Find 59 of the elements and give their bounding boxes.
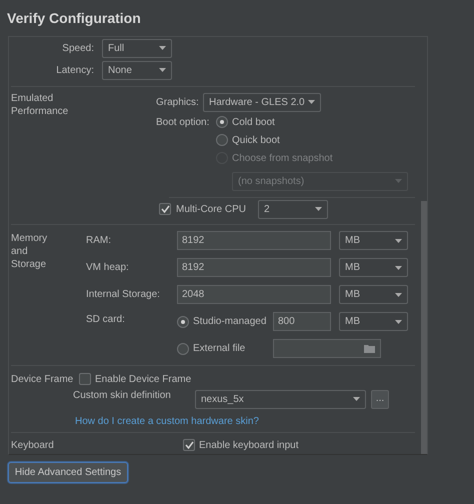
section-label: Device Frame	[11, 374, 74, 384]
file-path-field[interactable]	[273, 339, 381, 358]
radio-button[interactable]	[177, 342, 189, 354]
dropdown[interactable]: Hardware - GLES 2.0	[203, 92, 321, 112]
scrollbar-thumb[interactable]	[421, 201, 427, 454]
field-label: Boot option:	[156, 116, 210, 128]
dropdown[interactable]: None	[102, 60, 172, 80]
caret-icon	[315, 207, 322, 211]
checkbox[interactable]	[159, 203, 171, 215]
text-field[interactable]: 8192	[177, 231, 331, 250]
section-label: Keyboard	[11, 440, 54, 450]
radio-button[interactable]	[177, 316, 189, 328]
dropdown[interactable]: 2	[258, 200, 328, 218]
radio-label: Cold boot	[232, 116, 275, 130]
field-label: Speed:	[62, 42, 94, 56]
dropdown[interactable]: MB	[339, 285, 408, 304]
dropdown[interactable]: MB	[339, 258, 408, 277]
field-label: Latency:	[56, 64, 94, 78]
caret-icon	[353, 397, 360, 401]
checkbox[interactable]	[79, 373, 91, 385]
radio-label: Studio-managed	[193, 316, 266, 327]
checkbox-label: Enable Device Frame	[95, 372, 192, 386]
field-label: VM heap:	[86, 262, 129, 273]
caret-icon	[308, 100, 315, 104]
caret-icon	[395, 292, 402, 296]
field-label: RAM:	[86, 235, 111, 246]
dropdown[interactable]: MB	[339, 231, 408, 250]
browse-button[interactable]: ...	[371, 390, 389, 408]
field-label: Custom skin definition	[73, 390, 171, 401]
radio-button[interactable]	[216, 116, 228, 128]
radio-label: Choose from snapshot	[232, 152, 333, 166]
section-label: Emulated Performance	[11, 93, 68, 117]
text-field[interactable]: 800	[273, 312, 331, 331]
folder-icon	[364, 344, 376, 353]
caret-icon	[159, 68, 166, 72]
field-label: Graphics:	[156, 96, 199, 108]
radio-label: Quick boot	[232, 134, 280, 148]
caret-icon	[395, 266, 402, 270]
dropdown[interactable]: MB	[339, 312, 408, 331]
dialog-title: Verify Configuration	[7, 8, 141, 28]
help-link[interactable]: How do I create a custom hardware skin?	[75, 414, 259, 429]
hide-advanced-settings-button[interactable]: Hide Advanced Settings	[8, 462, 128, 482]
dropdown[interactable]: Full	[102, 38, 172, 58]
checkbox[interactable]	[183, 439, 195, 451]
radio-label: External file	[193, 343, 246, 354]
radio-button[interactable]	[216, 134, 228, 146]
field-label: SD card:	[86, 314, 125, 325]
checkmark-icon	[184, 441, 194, 449]
text-field[interactable]: 8192	[177, 258, 331, 277]
caret-icon	[159, 46, 166, 50]
dropdown[interactable]: nexus_5x	[195, 390, 366, 408]
text-field[interactable]: 2048	[177, 285, 331, 304]
caret-icon	[395, 320, 402, 324]
field-label: Internal Storage:	[86, 289, 160, 300]
checkbox-label: Multi-Core CPU	[176, 202, 246, 216]
section-label: Memory and Storage	[11, 232, 48, 271]
checkbox-label: Enable keyboard input	[199, 438, 299, 452]
caret-icon	[395, 238, 402, 242]
checkmark-icon	[160, 205, 170, 213]
